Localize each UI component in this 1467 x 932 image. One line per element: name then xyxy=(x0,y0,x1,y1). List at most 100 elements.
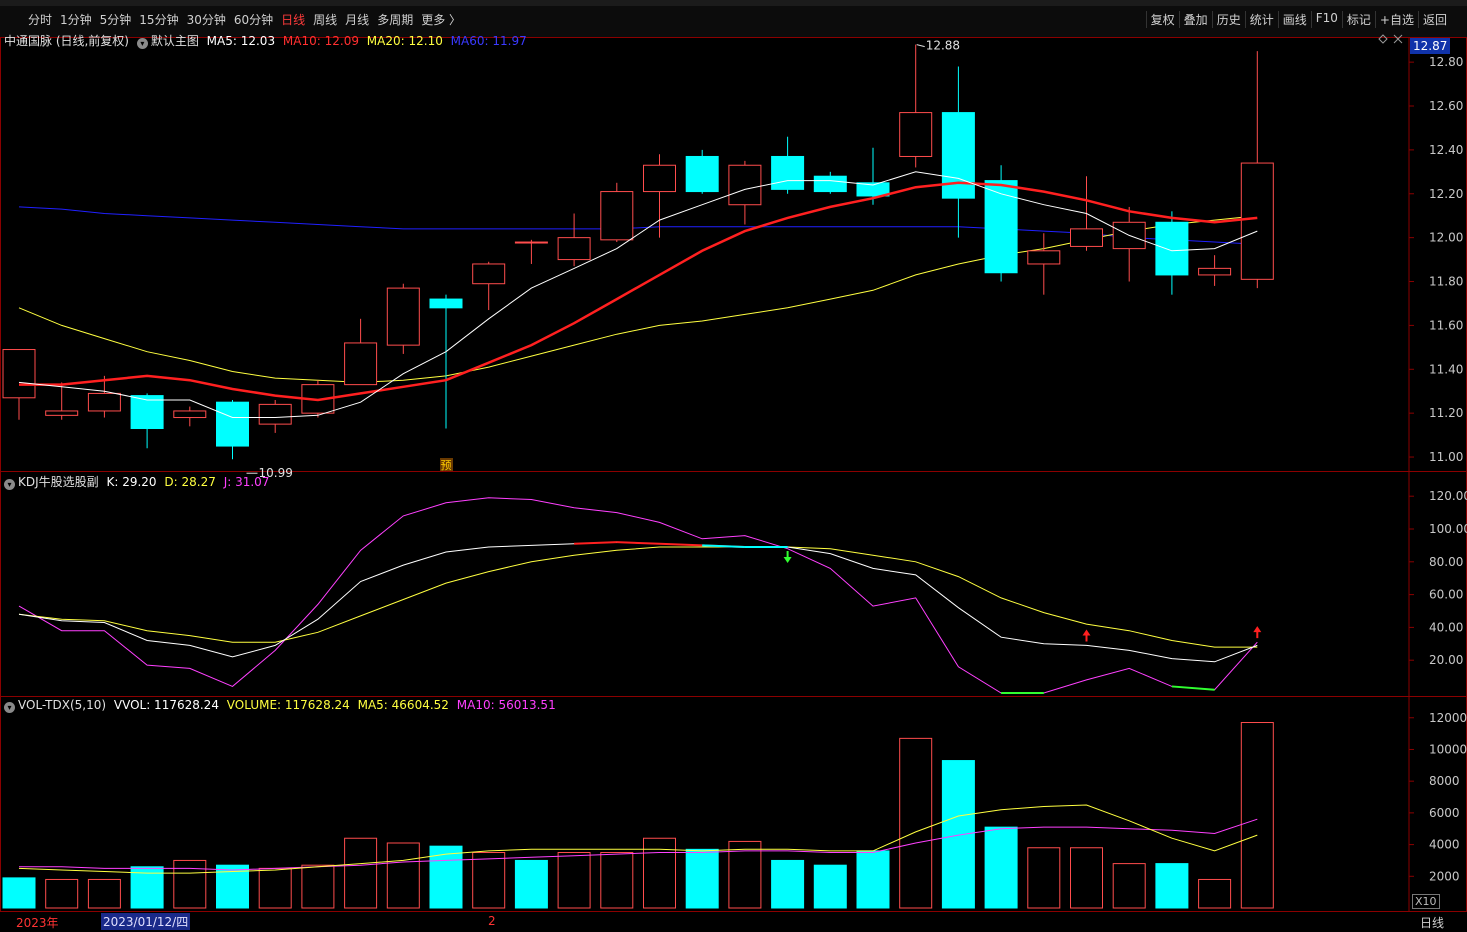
candle-body-19 xyxy=(813,175,847,193)
kdj-title[interactable]: KDJ牛股选股副 xyxy=(18,475,99,489)
candle-18 xyxy=(771,136,805,194)
volume-bar-25 xyxy=(1070,847,1103,909)
candle-body-11 xyxy=(472,263,506,285)
volume-bar-27 xyxy=(1155,863,1189,909)
volume-bar-21 xyxy=(899,737,933,909)
vol-tick-label-0: 2000 xyxy=(1429,869,1460,883)
candle-body-18 xyxy=(771,155,805,190)
volume-bar-24 xyxy=(1027,847,1061,909)
stock-title: 中通国脉 (日线,前复权) xyxy=(4,34,129,48)
close-icon xyxy=(1393,34,1403,44)
candle-body-8 xyxy=(344,342,378,386)
candle-body-2 xyxy=(87,392,121,412)
volume-bar-14 xyxy=(600,852,634,909)
candle-15 xyxy=(643,154,676,238)
volume-bar-6 xyxy=(258,867,292,909)
price-tick-label-8: 12.60 xyxy=(1429,99,1463,113)
candle-19 xyxy=(813,171,847,194)
candle-21 xyxy=(899,44,933,168)
forecast-marker-label: 预 xyxy=(441,459,452,472)
vol-tick-label-3: 8000 xyxy=(1429,774,1460,788)
ma60-value: MA60: 11.97 xyxy=(450,34,527,48)
candle-17 xyxy=(728,160,762,225)
volume-bar-26 xyxy=(1112,863,1146,909)
vol-unit-label: X10 xyxy=(1412,894,1440,909)
candle-12 xyxy=(514,239,548,264)
volume-bar-9 xyxy=(386,842,420,909)
kdj-buy-arrow-icon-1 xyxy=(1082,629,1091,642)
kdj-j-floor-2 xyxy=(1171,685,1215,691)
kdj-k-line xyxy=(18,541,1258,663)
vvol-value: VVOL: 117628.24 xyxy=(113,698,219,712)
volume-bar-12 xyxy=(514,859,548,909)
ma5-line xyxy=(18,171,1258,418)
candle-body-17 xyxy=(728,164,762,206)
candle-4 xyxy=(173,406,207,427)
volume-bar-0 xyxy=(2,877,36,909)
ma10-line xyxy=(19,181,1258,402)
kdj-indicator-header: ▾ KDJ牛股选股副 K: 29.20 D: 28.27 J: 31.07 xyxy=(4,473,273,490)
volume-bar-29 xyxy=(1240,722,1274,909)
ma5-value: MA5: 12.03 xyxy=(206,34,276,48)
candle-body-23 xyxy=(984,180,1018,274)
vol-ma5-value: MA5: 46604.52 xyxy=(357,698,449,712)
volume-bar-4 xyxy=(173,859,207,909)
price-tick-label-9: 12.80 xyxy=(1429,55,1463,69)
high-price-label: 12.88 xyxy=(926,39,960,53)
kdj-j-line xyxy=(18,497,1258,694)
volume-bar-23 xyxy=(984,826,1018,909)
candle-body-15 xyxy=(643,164,676,193)
volume-bar-19 xyxy=(813,864,847,909)
kdj-d-line xyxy=(18,546,1258,648)
candle-body-22 xyxy=(941,112,975,199)
volume-bar-15 xyxy=(643,837,676,909)
vol-ma10-value: MA10: 56013.51 xyxy=(456,698,556,712)
vol-tick-label-5: 12000 xyxy=(1429,711,1467,725)
high-price-pointer xyxy=(916,44,925,48)
candle-body-13 xyxy=(557,237,591,261)
price-tick-label-2: 11.40 xyxy=(1429,362,1463,376)
template-toggle-icon[interactable]: ▾ xyxy=(136,38,148,49)
price-tick-label-5: 12.00 xyxy=(1429,231,1463,245)
volume-bar-1 xyxy=(45,878,79,909)
candle-body-25 xyxy=(1070,228,1103,247)
candle-body-1 xyxy=(45,410,79,416)
price-tick-label-4: 11.80 xyxy=(1429,275,1463,289)
kline-chart[interactable]: 11.00 11.20 11.40 11.60 11.80 12.00 12.20 12.40… xyxy=(0,0,1467,932)
candle-body-21 xyxy=(899,112,933,157)
candle-body-24 xyxy=(1027,250,1061,265)
candle-body-4 xyxy=(173,410,207,419)
kdj-k-highlight-13 xyxy=(574,541,617,545)
candle-3 xyxy=(130,393,164,449)
kdj-buy-arrow-icon-2 xyxy=(1253,626,1262,639)
candle-24 xyxy=(1027,233,1061,295)
candle-body-6 xyxy=(258,403,292,425)
volume-bar-18 xyxy=(771,859,805,909)
candle-body-3 xyxy=(130,395,164,430)
vol-tick-label-4: 10000 xyxy=(1429,742,1467,756)
diamond-icon xyxy=(1378,34,1388,44)
volume-bar-16 xyxy=(685,848,719,909)
candle-body-12 xyxy=(514,241,548,244)
vol-toggle-icon[interactable]: ▾ xyxy=(4,702,15,713)
price-tick-label-6: 12.20 xyxy=(1429,187,1463,201)
price-tick-label-7: 12.40 xyxy=(1429,143,1463,157)
kdj-toggle-icon[interactable]: ▾ xyxy=(4,479,15,490)
candle-28 xyxy=(1198,255,1232,286)
template-name[interactable]: 默认主图 xyxy=(151,34,199,48)
vol-tick-label-2: 6000 xyxy=(1429,806,1460,820)
candle-body-14 xyxy=(600,191,634,241)
vol-title[interactable]: VOL-TDX(5,10) xyxy=(18,698,106,712)
ma20-value: MA20: 12.10 xyxy=(366,34,443,48)
kdj-sell-arrow-icon-0 xyxy=(783,551,792,564)
kdj-j-value: J: 31.07 xyxy=(223,475,270,489)
kdj-tick-label-5: 120.00 xyxy=(1429,489,1467,503)
price-tick-label-3: 11.60 xyxy=(1429,318,1463,332)
volume-bar-13 xyxy=(557,852,591,909)
period-label[interactable]: 日线 xyxy=(1420,914,1444,931)
candle-5 xyxy=(216,399,249,460)
candle-27 xyxy=(1155,211,1189,295)
candle-body-29 xyxy=(1240,162,1274,280)
month-label: 2 xyxy=(488,914,496,928)
candle-body-10 xyxy=(429,298,463,309)
